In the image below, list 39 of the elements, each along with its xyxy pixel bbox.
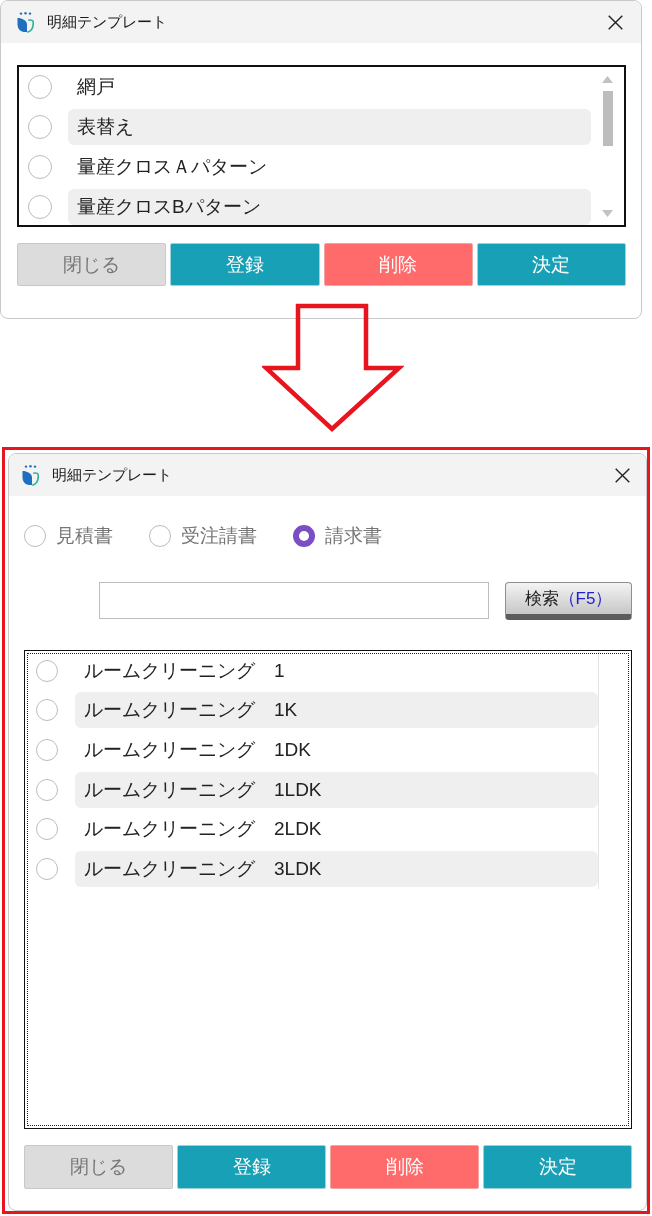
window-title: 明細テンプレート (47, 12, 168, 32)
radio-button[interactable] (36, 659, 58, 682)
template-item[interactable]: ルームクリーニング 3LDK (75, 850, 598, 887)
template-list[interactable]: 網戸 表替え 量産クロスＡパターン 量産クロスBパターン (17, 65, 626, 227)
template-list[interactable]: ルームクリーニング 1 ルームクリーニング 1K ルームクリーニング 1DK ルームクリーニング 1LDK ルームクリーニング 2LDK ルームクリーニング 3LDK (24, 650, 632, 1129)
template-item[interactable]: ルームクリーニング 1LDK (75, 771, 598, 808)
radio-button[interactable] (24, 525, 46, 547)
radio-button[interactable] (149, 525, 171, 547)
radio-button[interactable] (28, 155, 52, 179)
search-field[interactable] (99, 582, 489, 619)
radio-button[interactable] (36, 699, 58, 722)
radio-button[interactable] (36, 739, 58, 761)
scrollbar-thumb[interactable] (602, 91, 613, 146)
radio-button[interactable] (36, 818, 58, 841)
template-item[interactable]: ルームクリーニング 2LDK (75, 811, 598, 848)
doc-type-label[interactable]: 請求書 (325, 523, 382, 549)
close-icon[interactable] (615, 467, 630, 483)
doc-type-label[interactable]: 見積書 (56, 523, 113, 549)
scroll-up-icon[interactable] (602, 76, 613, 83)
app-logo-icon (22, 464, 39, 486)
scroll-down-icon[interactable] (602, 210, 613, 217)
doc-type-label[interactable]: 受注請書 (181, 523, 257, 549)
radio-button[interactable] (293, 525, 315, 547)
template-item[interactable]: ルームクリーニング 1K (75, 692, 598, 729)
template-item[interactable]: 網戸 (68, 69, 591, 105)
radio-button[interactable] (28, 115, 52, 139)
search-button[interactable]: 検索（F5） (505, 582, 632, 620)
template-item[interactable]: ルームクリーニング 1 (75, 652, 598, 689)
window-title: 明細テンプレート (52, 465, 173, 485)
radio-button[interactable] (36, 857, 58, 880)
template-item[interactable]: 量産クロスBパターン (68, 189, 591, 225)
template-item[interactable]: 量産クロスＡパターン (68, 149, 591, 185)
app-logo-icon (17, 11, 34, 33)
template-item[interactable]: 表替え (68, 109, 591, 145)
close-icon[interactable] (608, 14, 623, 30)
radio-button[interactable] (28, 195, 52, 219)
template-item[interactable]: ルームクリーニング 1DK (75, 732, 598, 768)
radio-button[interactable] (28, 75, 52, 99)
radio-button[interactable] (36, 778, 58, 801)
